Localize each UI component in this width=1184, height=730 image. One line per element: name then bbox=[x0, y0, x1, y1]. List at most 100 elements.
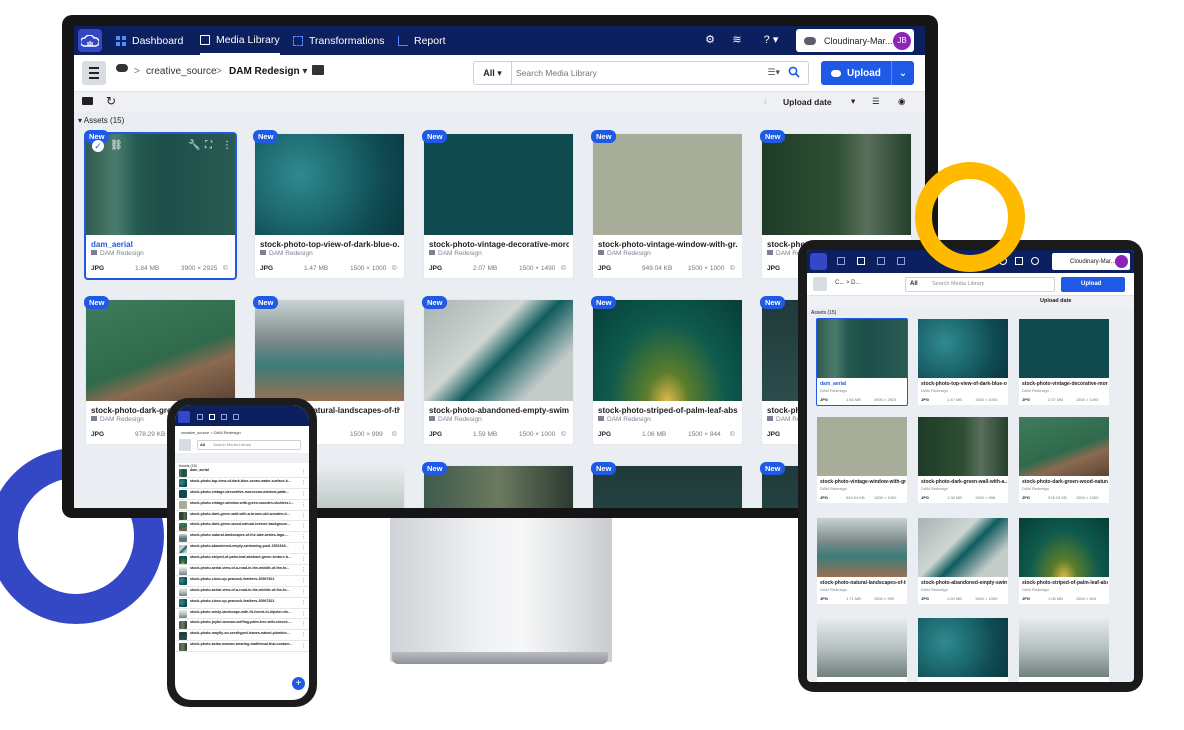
tablet-report-icon[interactable] bbox=[897, 257, 905, 265]
sort-direction-icon[interactable]: ↓ bbox=[763, 96, 767, 106]
more-options-icon[interactable]: ⋮ bbox=[301, 578, 306, 584]
phone-asset-name[interactable]: stock-photo-dark-green-wood-natural-text… bbox=[190, 522, 302, 526]
help-icon[interactable]: ? ▾ bbox=[760, 34, 782, 46]
nav-report[interactable]: Report bbox=[398, 26, 446, 55]
tablet-asset-name[interactable]: stock-photo-vintage-window-with-gr... bbox=[820, 479, 906, 485]
more-options-icon[interactable]: ⋮ bbox=[301, 621, 306, 627]
tablet-logo-icon[interactable] bbox=[810, 253, 827, 270]
tablet-assets-header[interactable]: Assets (15) bbox=[811, 310, 836, 316]
info-icon[interactable]: © bbox=[392, 431, 397, 438]
tablet-upload-button[interactable]: Upload bbox=[1061, 277, 1125, 292]
assets-section-header[interactable]: ▾ Assets (15) bbox=[78, 116, 124, 125]
info-icon[interactable]: © bbox=[392, 265, 397, 272]
more-options-icon[interactable]: ⋮ bbox=[301, 632, 306, 638]
avatar[interactable]: JB bbox=[893, 31, 911, 50]
tablet-asset-card[interactable]: stock-photo-vintage-window-with-gr... DAM… bbox=[817, 417, 907, 503]
asset-card[interactable]: New stock-photo-abandoned-empty-swim... DA… bbox=[422, 296, 573, 444]
asset-card[interactable]: New stock-photo-top-view-of-dark-blue-o..… bbox=[253, 130, 404, 278]
folder-icon[interactable] bbox=[82, 97, 93, 105]
asset-name[interactable]: dam_aerial bbox=[91, 240, 231, 249]
tablet-asset-name[interactable]: stock-photo-top-view-of-dark-blue-o... bbox=[921, 381, 1007, 387]
asset-name[interactable]: stock-photo-abandoned-empty-swim... bbox=[429, 406, 569, 415]
phone-list-item[interactable]: stock-photo-close-up-peacock-feathers-30… bbox=[175, 598, 309, 609]
asset-name[interactable]: stock-photo-top-view-of-dark-blue-o... bbox=[260, 240, 400, 249]
tablet-asset-thumbnail[interactable] bbox=[1019, 319, 1109, 378]
phone-list-item[interactable]: stock-photo-top-view-of-dark-blue-ocean-… bbox=[175, 478, 309, 489]
tablet-asset-name[interactable]: stock-photo-striped-of-palm-leaf-abs... bbox=[1022, 580, 1108, 586]
more-options-icon[interactable]: ⋮ bbox=[301, 567, 306, 573]
tablet-account-switcher[interactable]: Cloudinary-Mar... bbox=[1052, 253, 1130, 270]
phone-search-scope[interactable]: All bbox=[200, 442, 205, 447]
sort-chevron-icon[interactable]: ▾ bbox=[851, 96, 855, 107]
select-check-icon[interactable]: ✓ bbox=[92, 140, 104, 152]
phone-add-button[interactable]: + bbox=[292, 677, 305, 690]
tablet-asset-thumbnail[interactable] bbox=[817, 518, 907, 577]
phone-list-item[interactable]: stock-photo-mayfly-on-seedtyped-leaves-n… bbox=[175, 630, 309, 642]
breadcrumb-root[interactable]: creative_source bbox=[146, 66, 217, 77]
phone-asset-name[interactable]: stock-photo-mayfly-on-seedtyped-leaves-n… bbox=[190, 631, 302, 635]
more-options-icon[interactable]: ⋮ bbox=[301, 643, 306, 649]
tablet-asset-card[interactable]: stock-photo-dark-green-wood-natura... DAM… bbox=[1019, 417, 1109, 503]
phone-list-item[interactable]: stock-photo-abandoned-empty-swimming-poo… bbox=[175, 543, 309, 555]
tablet-asset-name[interactable]: stock-photo-dark-green-wall-with-a... bbox=[921, 479, 1007, 485]
asset-card[interactable]: New stock-photo-vintage-decorative-moro..… bbox=[422, 130, 573, 278]
phone-asset-name[interactable]: dam_aerial bbox=[190, 468, 302, 472]
tablet-asset-name[interactable]: dam_aerial bbox=[820, 381, 906, 387]
cloudinary-logo-icon[interactable] bbox=[78, 29, 102, 52]
phone-dashboard-icon[interactable] bbox=[197, 414, 203, 420]
phone-asset-name[interactable]: stock-photo-vintage-decorative-moroccan-… bbox=[190, 490, 302, 494]
database-icon[interactable]: ≋ bbox=[731, 34, 743, 46]
tablet-asset-name[interactable]: stock-photo-vintage-decorative-moro... bbox=[1022, 381, 1108, 387]
nav-dashboard[interactable]: Dashboard bbox=[116, 26, 183, 55]
phone-media-icon[interactable] bbox=[209, 414, 215, 420]
phone-list-item[interactable]: dam_aerial ⋮ bbox=[175, 467, 309, 478]
phone-transform-icon[interactable] bbox=[221, 414, 227, 420]
more-options-icon[interactable]: ⋮ bbox=[301, 523, 306, 529]
asset-thumbnail[interactable] bbox=[593, 134, 742, 235]
tablet-asset-thumbnail[interactable] bbox=[1019, 518, 1109, 577]
phone-asset-name[interactable]: stock-photo-misty-landscape-with-fir-for… bbox=[190, 610, 302, 614]
tablet-asset-thumbnail[interactable] bbox=[1019, 417, 1109, 476]
asset-thumbnail[interactable] bbox=[424, 134, 573, 235]
asset-thumbnail[interactable] bbox=[762, 134, 911, 235]
tablet-asset-name[interactable]: stock-photo-abandoned-empty-swim... bbox=[921, 580, 1007, 586]
phone-asset-name[interactable]: stock-photo-vintage-window-with-green-wo… bbox=[190, 501, 302, 505]
asset-card[interactable]: New bbox=[591, 462, 742, 508]
add-folder-icon[interactable] bbox=[312, 65, 324, 75]
upload-dropdown-chevron-icon[interactable]: ⌄ bbox=[891, 61, 914, 85]
wrench-icon[interactable]: 🔧 bbox=[188, 140, 200, 151]
crop-icon[interactable]: ⛶ bbox=[205, 140, 212, 151]
phone-logo-icon[interactable] bbox=[178, 411, 190, 423]
asset-name[interactable]: stock-photo-vintage-decorative-moro... bbox=[429, 240, 569, 249]
more-options-icon[interactable]: ⋮ bbox=[301, 611, 306, 617]
phone-asset-name[interactable]: stock-photo-natural-landscapes-of-the-la… bbox=[190, 533, 302, 537]
cloud-home-icon[interactable] bbox=[116, 64, 128, 72]
phone-list-item[interactable]: stock-photo-joyful-woman-sniffing-palm-t… bbox=[175, 619, 309, 631]
tablet-asset-name[interactable]: stock-photo-dark-green-wood-natura... bbox=[1022, 479, 1108, 485]
tablet-asset-thumbnail[interactable] bbox=[918, 618, 1008, 677]
tablet-asset-card[interactable]: stock-photo-dark-green-wall-with-a... DAM… bbox=[918, 417, 1008, 503]
info-icon[interactable]: © bbox=[730, 431, 735, 438]
phone-asset-name[interactable]: stock-photo-abandoned-empty-swimming-poo… bbox=[190, 544, 302, 548]
more-options-icon[interactable]: ⋮ bbox=[301, 600, 306, 606]
more-options-icon[interactable]: ⋮ bbox=[301, 545, 306, 551]
list-view-icon[interactable]: ☰ bbox=[872, 96, 880, 107]
phone-report-icon[interactable] bbox=[233, 414, 239, 420]
breadcrumb-current[interactable]: DAM Redesign ▾ bbox=[229, 66, 307, 77]
asset-name[interactable]: stock-photo-vintage-window-with-gr... bbox=[598, 240, 738, 249]
tablet-search-box[interactable]: All Search Media Library bbox=[905, 277, 1055, 292]
filter-icon[interactable]: ☰▾ bbox=[767, 67, 780, 78]
asset-card[interactable]: New ✓ ⛓ 🔧 ⛶ ⋮ dam_aerial DAM Redesign JPG 1.84 MB… bbox=[84, 130, 237, 280]
phone-asset-name[interactable]: stock-photo-joyful-woman-sniffing-palm-t… bbox=[190, 620, 302, 624]
search-icon[interactable] bbox=[788, 66, 800, 78]
asset-thumbnail[interactable] bbox=[424, 466, 573, 508]
tablet-asset-thumbnail[interactable] bbox=[1019, 618, 1109, 677]
phone-list-item[interactable]: stock-photo-aerial-view-of-a-road-in-the… bbox=[175, 587, 309, 598]
phone-list-item[interactable]: stock-photo-misty-landscape-with-fir-for… bbox=[175, 609, 309, 620]
tablet-transform-icon[interactable] bbox=[877, 257, 885, 265]
tablet-database-icon[interactable] bbox=[1015, 257, 1023, 265]
asset-thumbnail[interactable] bbox=[593, 466, 742, 508]
tablet-asset-card[interactable]: stock-photo-natural-landscapes-of-th... D… bbox=[817, 518, 907, 604]
tablet-asset-card[interactable] bbox=[918, 618, 1008, 682]
tablet-search-scope[interactable]: All bbox=[910, 281, 918, 287]
